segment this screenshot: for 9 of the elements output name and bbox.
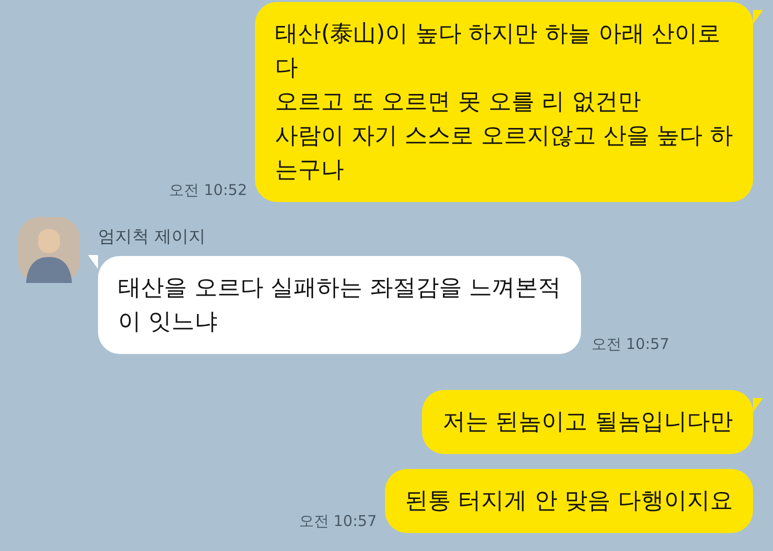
message-time: 오전 10:57 <box>591 335 670 354</box>
message-time: 오전 10:52 <box>169 181 248 200</box>
avatar-icon[interactable] <box>18 217 80 283</box>
sent-message-bubble: 된통 터지게 안 맞음 다행이지요 <box>384 469 753 533</box>
message-time: 오전 10:57 <box>298 512 377 531</box>
sender-name: 엄지척 제이지 <box>98 226 206 248</box>
sent-message-bubble: 저는 된놈이고 될놈입니다만 <box>422 390 753 454</box>
received-message-bubble: 태산을 오르다 실패하는 좌절감을 느껴본적 이 잇느냐 <box>98 256 582 354</box>
sent-message-bubble: 태산(泰山)이 높다 하지만 하늘 아래 산이로 다 오르고 또 오르면 못 오를 리 없건만 사람이 자기 스스로 오르지않고 산을 높다 하 는구나 <box>255 2 753 202</box>
